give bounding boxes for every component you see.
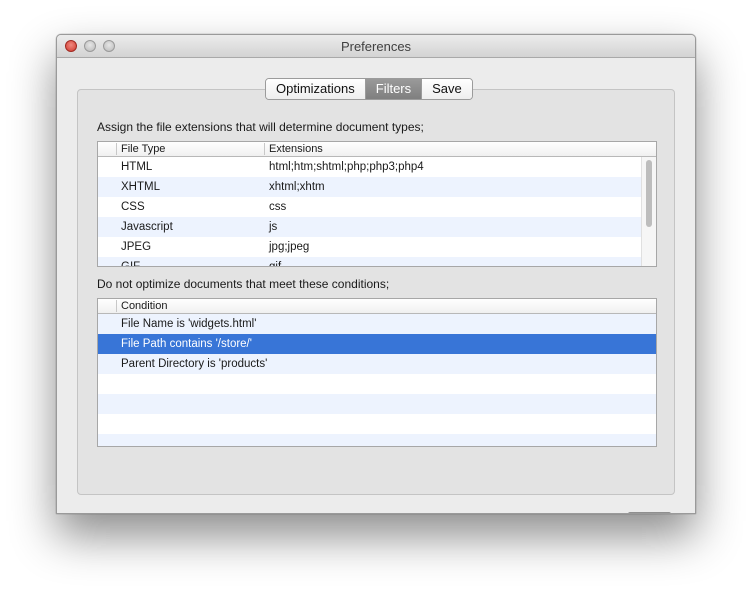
condition-row[interactable]: File Path contains '/store/' (98, 334, 656, 354)
table-row[interactable]: CSS css (98, 197, 642, 217)
extensions-cell: css (269, 201, 287, 213)
conditions-table[interactable]: Condition File Name is 'widgets.html' Fil… (97, 298, 657, 447)
file-type-cell: HTML (121, 161, 153, 173)
extensions-cell: js (269, 221, 278, 233)
table-row[interactable]: XHTML xhtml;xhtm (98, 177, 642, 197)
empty-row (98, 374, 656, 394)
condition-row[interactable]: Parent Directory is 'products' (98, 354, 656, 374)
extensions-table[interactable]: File Type Extensions HTML html;htm;shtml;… (97, 141, 657, 267)
empty-row (98, 394, 656, 414)
file-type-cell: JPEG (121, 241, 152, 253)
column-header-extensions[interactable]: Extensions (264, 143, 639, 155)
extensions-scrollbar[interactable] (641, 157, 656, 266)
extensions-table-header: File Type Extensions (98, 142, 656, 157)
extensions-label: Assign the file extensions that will det… (97, 120, 424, 134)
scrollbar-thumb[interactable] (646, 160, 652, 227)
table-row[interactable]: HTML html;htm;shtml;php;php3;php4 (98, 157, 642, 177)
file-type-cell: Javascript (121, 221, 173, 233)
empty-row (98, 434, 656, 446)
add-remove-buttons: + − (628, 512, 671, 514)
file-type-cell: GIF (121, 261, 141, 267)
condition-cell: Parent Directory is 'products' (121, 358, 268, 370)
window-title: Preferences (340, 39, 412, 54)
remove-condition-button[interactable]: − (650, 513, 670, 514)
file-type-cell: XHTML (121, 181, 160, 193)
file-type-cell: CSS (121, 201, 145, 213)
condition-row[interactable]: File Name is 'widgets.html' (98, 314, 656, 334)
extensions-cell: gif (269, 261, 282, 267)
add-condition-button[interactable]: + (629, 513, 650, 514)
title-bar: Preferences (57, 35, 695, 58)
column-header-file-type[interactable]: File Type (116, 143, 269, 155)
conditions-table-header: Condition (98, 299, 656, 314)
table-row[interactable]: JPEG jpg;jpeg (98, 237, 642, 257)
conditions-label: Do not optimize documents that meet thes… (97, 277, 390, 291)
condition-cell: File Name is 'widgets.html' (121, 318, 257, 330)
table-row[interactable]: GIF gif (98, 257, 642, 267)
column-header-condition[interactable]: Condition (116, 300, 641, 312)
extensions-cell: xhtml;xhtm (269, 181, 325, 193)
table-row[interactable]: Javascript js (98, 217, 642, 237)
preferences-window: Preferences Assign the file extensions t… (56, 34, 696, 514)
tab-optimizations[interactable]: Optimizations (266, 79, 366, 99)
filters-group-box: Assign the file extensions that will det… (77, 89, 675, 513)
extensions-cell: jpg;jpeg (269, 241, 310, 253)
empty-row (98, 414, 656, 434)
tab-filters[interactable]: Filters (365, 79, 423, 99)
extensions-cell: html;htm;shtml;php;php3;php4 (269, 161, 424, 173)
tab-save[interactable]: Save (422, 79, 472, 99)
preferences-tab-bar: Optimizations Filters Save (265, 78, 473, 100)
condition-cell: File Path contains '/store/' (121, 338, 252, 350)
